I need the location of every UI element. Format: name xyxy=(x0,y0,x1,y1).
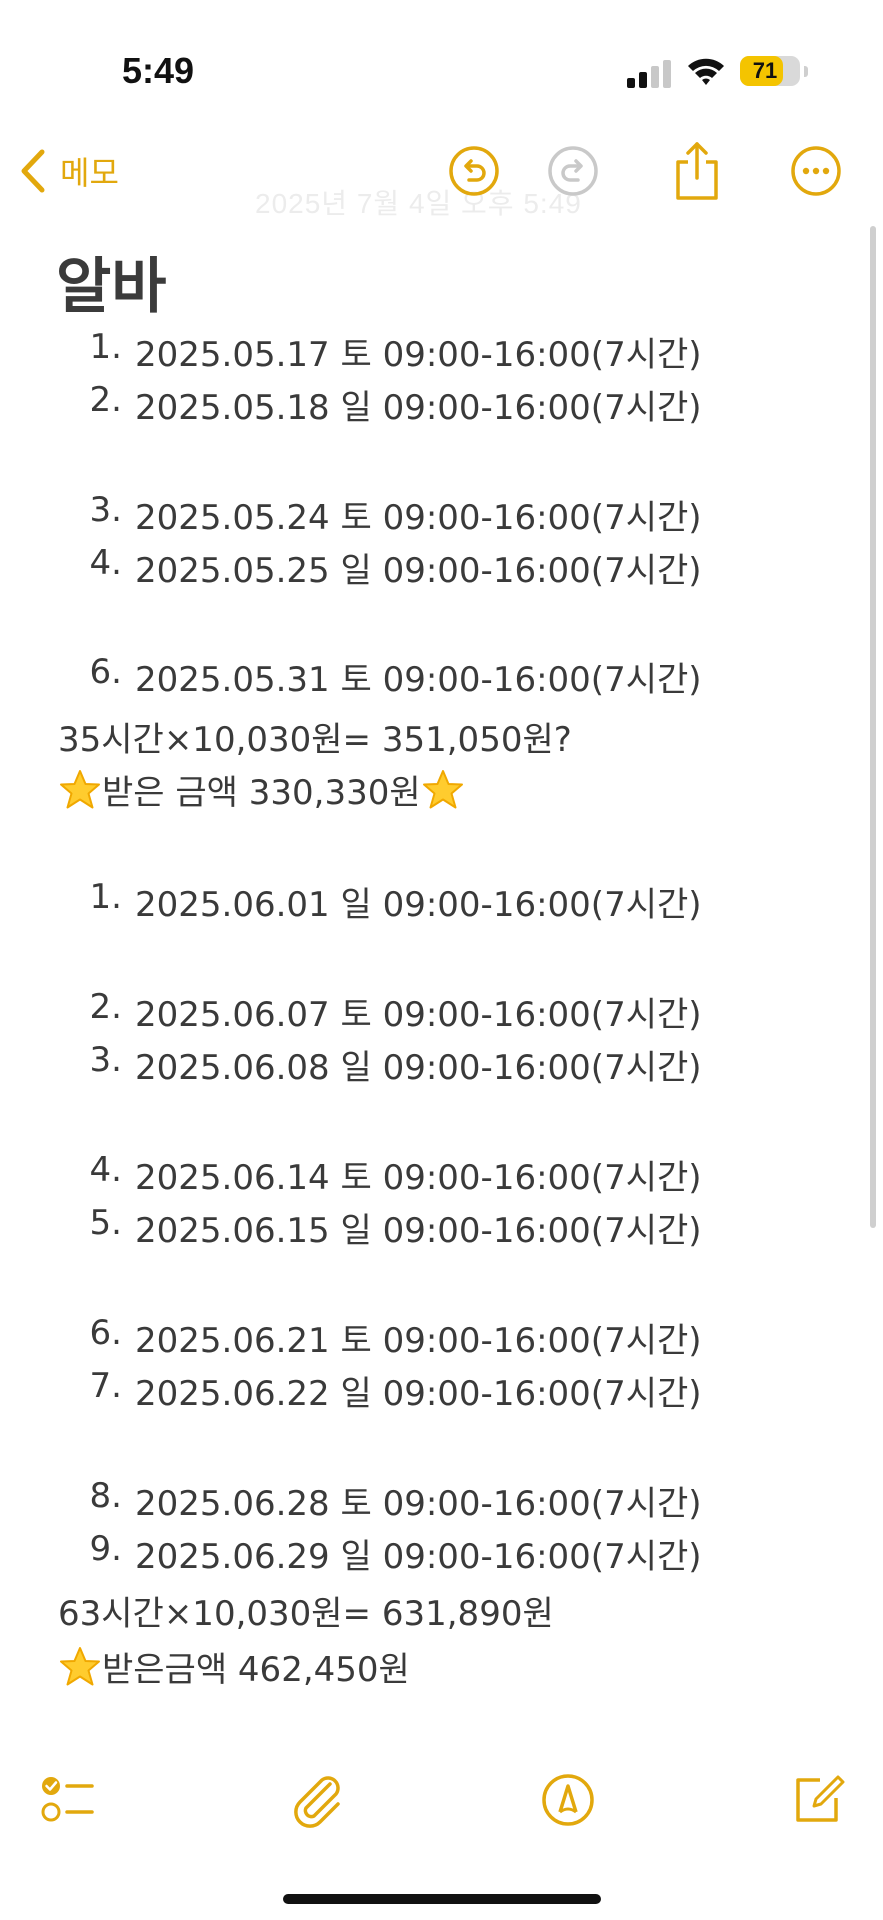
list-text: 2025.05.18 일 09:00-16:00(7시간) xyxy=(135,388,702,428)
share-icon[interactable] xyxy=(670,140,724,202)
list-number: 6. xyxy=(89,652,122,692)
status-time: 5:49 xyxy=(122,50,195,91)
list-number: 4. xyxy=(89,543,122,583)
list-number: 1. xyxy=(89,327,122,367)
status-bar: 5:49 71 xyxy=(0,0,883,120)
list-number: 6. xyxy=(89,1313,122,1353)
cellular-signal-icon xyxy=(627,60,673,88)
list-number: 3. xyxy=(89,1040,122,1080)
list-number: 1. xyxy=(89,877,122,917)
list-text: 2025.06.08 일 09:00-16:00(7시간) xyxy=(135,1048,702,1088)
checklist-icon[interactable] xyxy=(40,1772,96,1828)
attachment-icon[interactable] xyxy=(290,1772,346,1828)
list-text: 2025.06.28 토 09:00-16:00(7시간) xyxy=(135,1484,702,1524)
battery-percent: 71 xyxy=(752,58,778,83)
received-text: 받은금액 462,450원 xyxy=(102,1650,410,1690)
markup-icon[interactable] xyxy=(540,1772,596,1828)
wifi-icon xyxy=(688,58,724,85)
more-icon[interactable] xyxy=(789,144,843,198)
list-number: 4. xyxy=(89,1150,122,1190)
scrollbar[interactable] xyxy=(870,226,876,1228)
compose-icon[interactable] xyxy=(790,1772,846,1828)
list-text: 2025.05.31 토 09:00-16:00(7시간) xyxy=(135,660,702,700)
star-emoji-icon xyxy=(58,768,102,812)
received-wrap: 받은금액 462,450원 xyxy=(58,1642,410,1691)
battery-cap xyxy=(804,66,808,77)
list-text: 2025.06.15 일 09:00-16:00(7시간) xyxy=(135,1211,702,1251)
list-number: 5. xyxy=(89,1203,122,1243)
star-emoji-icon xyxy=(58,1645,102,1689)
list-number: 9. xyxy=(89,1529,122,1569)
note-date: 2025년 7월 4일 오후 5:49 xyxy=(255,188,582,219)
received-text: 받은 금액 330,330원 xyxy=(102,773,421,813)
list-number: 2. xyxy=(89,380,122,420)
note-title: 알바 xyxy=(56,252,167,322)
list-text: 2025.06.01 일 09:00-16:00(7시간) xyxy=(135,885,702,925)
list-text: 2025.06.29 일 09:00-16:00(7시간) xyxy=(135,1537,702,1577)
chevron-left-icon xyxy=(21,149,45,193)
calc-text: 63시간×10,030원= 631,890원 xyxy=(58,1594,554,1634)
list-text: 2025.06.22 일 09:00-16:00(7시간) xyxy=(135,1374,702,1414)
list-number: 3. xyxy=(89,490,122,530)
redo-icon[interactable] xyxy=(546,144,600,198)
received-wrap: 받은 금액 330,330원 xyxy=(58,765,465,814)
list-text: 2025.06.21 토 09:00-16:00(7시간) xyxy=(135,1321,702,1361)
calc-text: 35시간×10,030원= 351,050원? xyxy=(58,720,572,760)
list-number: 7. xyxy=(89,1366,122,1406)
list-number: 8. xyxy=(89,1476,122,1516)
back-button[interactable]: 메모 xyxy=(18,146,119,196)
list-number: 2. xyxy=(89,987,122,1027)
battery-icon: 71 xyxy=(740,56,800,86)
list-text: 2025.05.17 토 09:00-16:00(7시간) xyxy=(135,335,702,375)
back-label: 메모 xyxy=(60,154,119,192)
star-emoji-icon xyxy=(421,768,465,812)
list-text: 2025.05.24 토 09:00-16:00(7시간) xyxy=(135,498,702,538)
undo-icon[interactable] xyxy=(447,144,501,198)
list-text: 2025.06.14 토 09:00-16:00(7시간) xyxy=(135,1158,702,1198)
list-text: 2025.06.07 토 09:00-16:00(7시간) xyxy=(135,995,702,1035)
home-indicator[interactable] xyxy=(283,1894,601,1904)
list-text: 2025.05.25 일 09:00-16:00(7시간) xyxy=(135,551,702,591)
